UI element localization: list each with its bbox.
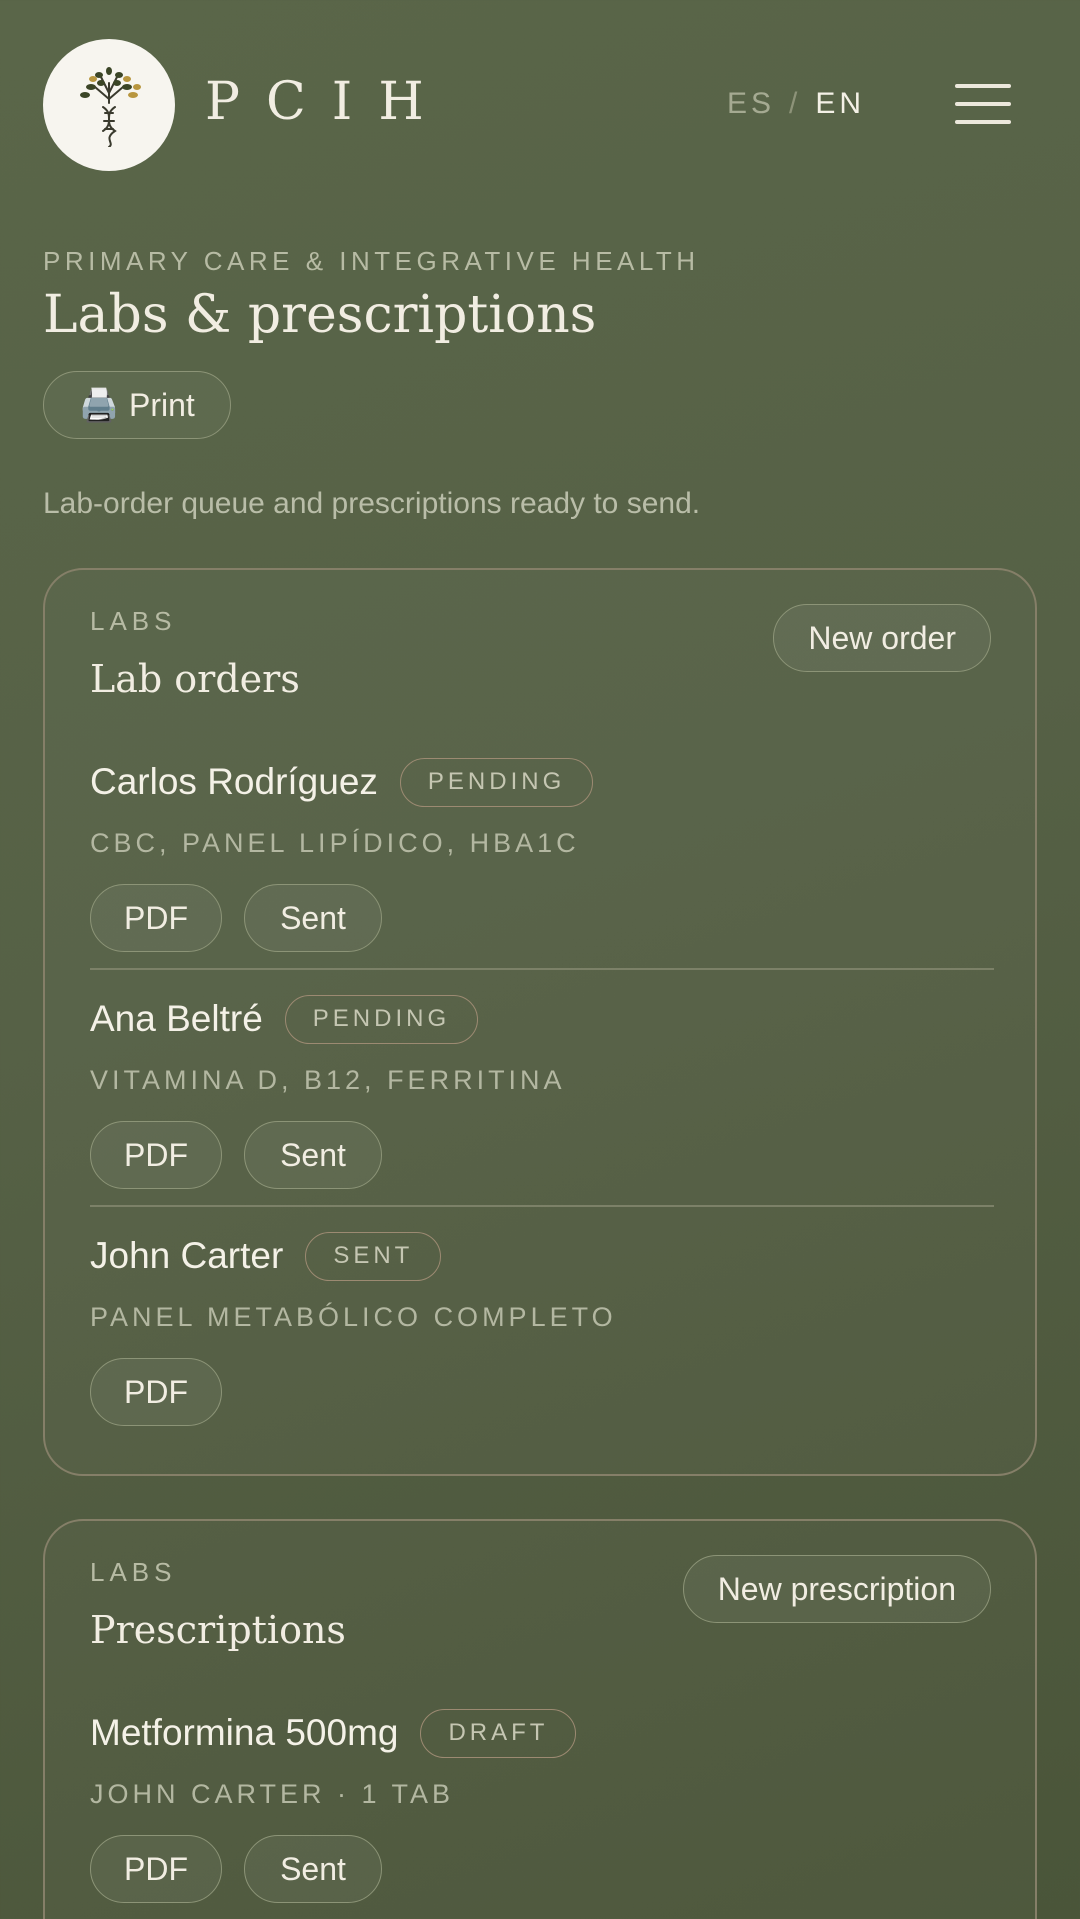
- list-item: Ana Beltré PENDING VITAMINA D, B12, FERR…: [90, 994, 994, 1194]
- header: PCIH ES / EN: [0, 0, 1080, 210]
- print-button-label: Print: [129, 386, 195, 423]
- card-eyebrow: LABS: [90, 1557, 177, 1587]
- list-item: Carlos Rodríguez PENDING CBC, PANEL LIPÍ…: [90, 757, 994, 957]
- lab-tests: CBC, PANEL LIPÍDICO, HBA1C: [90, 828, 580, 858]
- lang-es-link[interactable]: ES: [727, 87, 775, 120]
- page-intro: Lab-order queue and prescriptions ready …: [43, 487, 701, 520]
- card-title: Prescriptions: [90, 1608, 346, 1652]
- tree-dna-logo-icon: [80, 67, 141, 147]
- card-eyebrow: LABS: [90, 606, 177, 636]
- lab-tests: VITAMINA D, B12, FERRITINA: [90, 1065, 566, 1095]
- patient-name: Ana Beltré: [90, 998, 263, 1039]
- lab-orders-card: LABS Lab orders New order Carlos Rodrígu…: [43, 568, 1037, 1476]
- medication-name: Metformina 500mg: [90, 1712, 399, 1753]
- status-badge: DRAFT: [420, 1708, 577, 1758]
- pdf-button[interactable]: PDF: [90, 1121, 222, 1189]
- page-eyebrow: PRIMARY CARE & INTEGRATIVE HEALTH: [43, 246, 700, 276]
- print-button[interactable]: 🖨️ Print: [43, 371, 231, 439]
- card-title: Lab orders: [90, 657, 300, 701]
- divider: [90, 968, 994, 970]
- printer-icon: 🖨️: [79, 387, 120, 423]
- hamburger-menu-icon[interactable]: [955, 84, 1011, 124]
- lang-en-link[interactable]: EN: [815, 87, 865, 120]
- new-prescription-button[interactable]: New prescription: [682, 1555, 991, 1623]
- new-order-button[interactable]: New order: [773, 604, 991, 672]
- status-badge: SENT: [305, 1231, 442, 1281]
- pdf-button[interactable]: PDF: [90, 1835, 222, 1903]
- logo[interactable]: [43, 39, 175, 171]
- status-badge: PENDING: [399, 757, 594, 807]
- status-badge: PENDING: [284, 994, 479, 1044]
- language-switcher: ES / EN: [727, 86, 865, 122]
- prescription-details: JOHN CARTER · 1 TAB: [90, 1779, 455, 1809]
- list-item: John Carter SENT PANEL METABÓLICO COMPLE…: [90, 1231, 994, 1431]
- mark-sent-button[interactable]: Sent: [244, 1835, 382, 1903]
- brand-name: PCIH: [205, 72, 450, 132]
- lang-separator: /: [789, 87, 802, 120]
- lab-tests: PANEL METABÓLICO COMPLETO: [90, 1302, 617, 1332]
- patient-name: Carlos Rodríguez: [90, 761, 378, 802]
- mark-sent-button[interactable]: Sent: [244, 884, 382, 952]
- patient-name: John Carter: [90, 1235, 284, 1276]
- pdf-button[interactable]: PDF: [90, 1358, 222, 1426]
- pdf-button[interactable]: PDF: [90, 884, 222, 952]
- mark-sent-button[interactable]: Sent: [244, 1121, 382, 1189]
- divider: [90, 1205, 994, 1207]
- page-title: Labs & prescriptions: [43, 285, 597, 345]
- prescriptions-card: LABS Prescriptions New prescription Metf…: [43, 1519, 1037, 1919]
- list-item: Metformina 500mg DRAFT JOHN CARTER · 1 T…: [90, 1708, 994, 1908]
